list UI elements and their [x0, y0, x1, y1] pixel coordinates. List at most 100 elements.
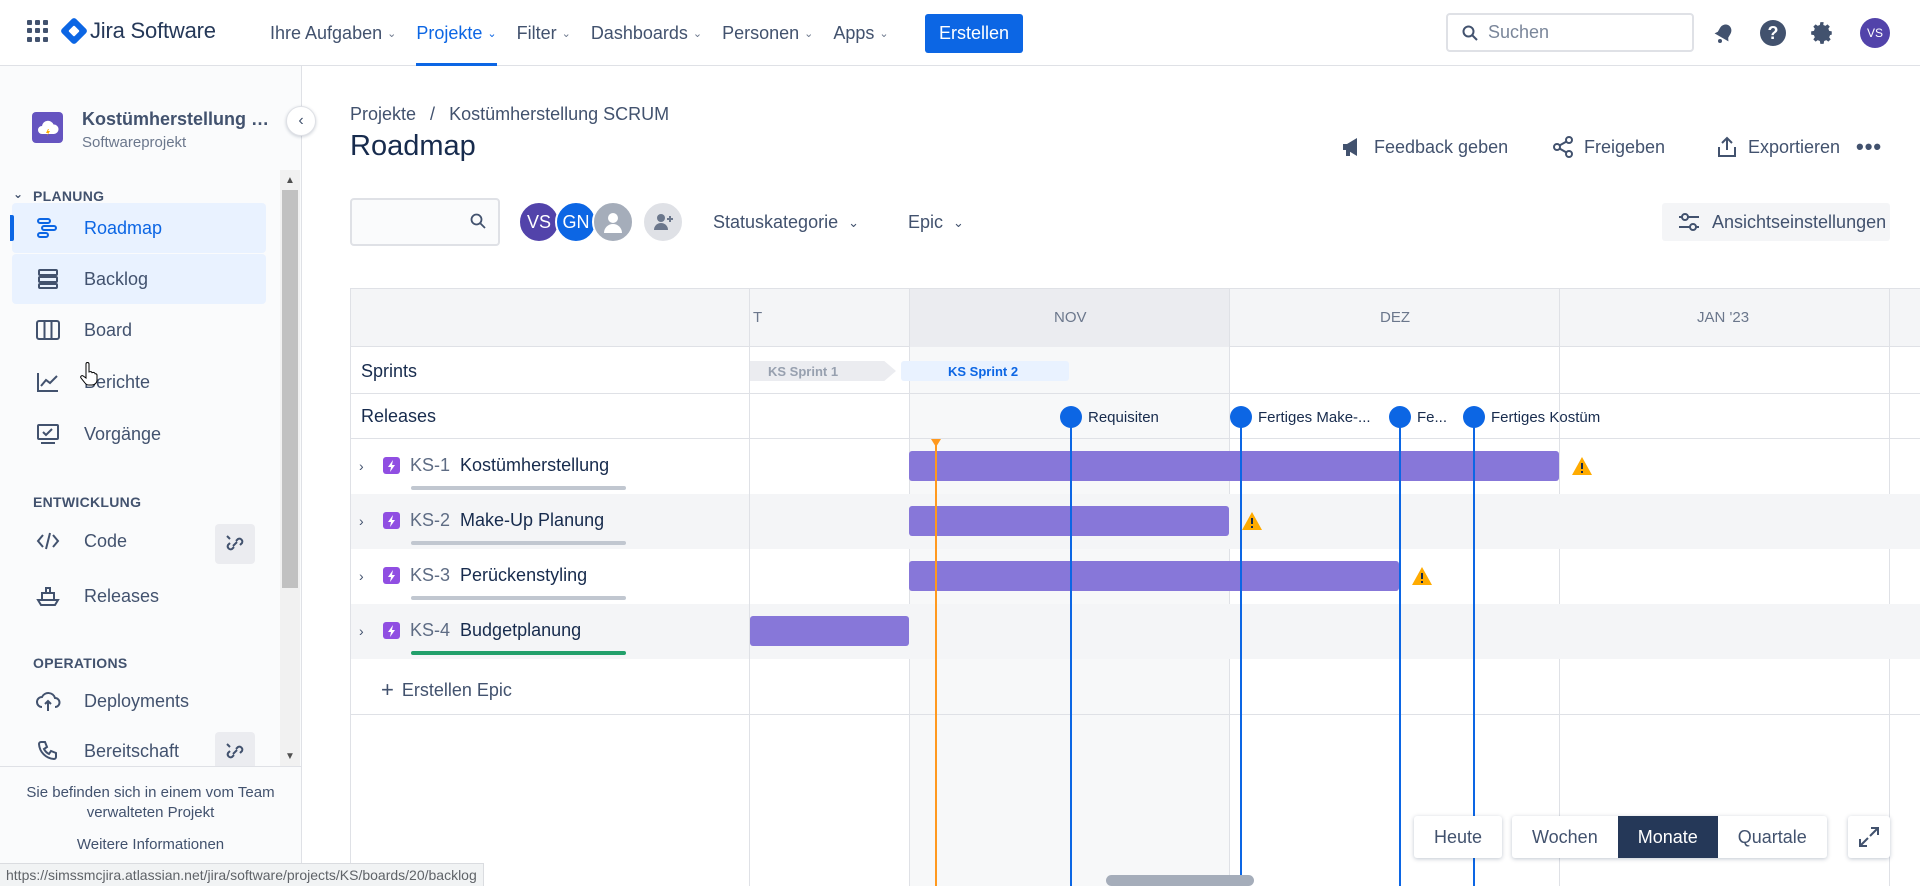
user-avatar[interactable]: VS: [1860, 18, 1890, 48]
project-name[interactable]: Kostümherstellung SC...: [82, 109, 278, 130]
connect-link-icon[interactable]: [215, 524, 255, 564]
view-settings-button[interactable]: Ansichtseinstellungen: [1662, 203, 1890, 241]
nav-label: Dashboards: [590, 22, 688, 43]
timescale-toggle: Wochen Monate Quartale: [1512, 816, 1827, 858]
release-label[interactable]: Requisiten: [1088, 409, 1159, 426]
nav-your-work[interactable]: Ihre Aufgaben ⌄: [260, 0, 406, 66]
warning-icon[interactable]: [1411, 566, 1433, 586]
fullscreen-expand-icon[interactable]: [1848, 816, 1890, 858]
scroll-up-arrow-icon[interactable]: ▲: [280, 170, 300, 190]
section-label: ENTWICKLUNG: [33, 494, 142, 510]
chevron-right-icon[interactable]: ›: [359, 513, 373, 529]
sprint-1-pill[interactable]: KS Sprint 1: [750, 361, 896, 381]
scrollbar-thumb[interactable]: [282, 190, 298, 588]
epic-lightning-icon: [383, 457, 400, 474]
settings-gear-icon[interactable]: [1808, 19, 1836, 47]
status-category-dropdown[interactable]: Statuskategorie ⌄: [713, 212, 859, 233]
release-label[interactable]: Fe...: [1417, 409, 1447, 426]
section-planning[interactable]: ⌄ PLANUNG: [13, 187, 104, 204]
epic-bar-ks-1[interactable]: [909, 451, 1559, 481]
sidebar-item-roadmap[interactable]: Roadmap: [10, 203, 266, 253]
today-marker-line: [935, 439, 937, 886]
release-label[interactable]: Fertiges Make-...: [1258, 409, 1371, 426]
warning-icon[interactable]: [1571, 456, 1593, 476]
release-marker[interactable]: [1060, 406, 1082, 428]
notifications-icon[interactable]: [1710, 19, 1738, 47]
epic-lightning-icon: [383, 622, 400, 639]
collapse-sidebar-button[interactable]: ‹: [286, 106, 316, 136]
avatar-filter-gn[interactable]: GN: [555, 201, 597, 243]
sprint-2-pill[interactable]: KS Sprint 2: [901, 361, 1069, 381]
left-column-divider: [749, 289, 750, 886]
sidebar-item-deployments[interactable]: Deployments: [12, 676, 266, 726]
board-columns-icon: [34, 316, 62, 344]
product-name: Jira Software: [90, 18, 216, 43]
chevron-right-icon[interactable]: ›: [359, 623, 373, 639]
release-marker[interactable]: [1389, 406, 1411, 428]
releases-row-label: Releases: [361, 406, 437, 426]
nav-people[interactable]: Personen ⌄: [712, 0, 823, 66]
nav-filters[interactable]: Filter ⌄: [507, 0, 581, 66]
sidebar-item-label: Bereitschaft: [84, 740, 180, 761]
scroll-down-arrow-icon[interactable]: ▼: [280, 746, 300, 766]
learn-more-link[interactable]: Weitere Informationen: [0, 836, 301, 853]
jira-logo[interactable]: Jira Software: [59, 16, 216, 46]
sidebar-scrollbar[interactable]: ▲ ▼: [280, 170, 300, 766]
sidebar-item-backlog[interactable]: Backlog: [12, 254, 266, 304]
nav-dashboards[interactable]: Dashboards ⌄: [581, 0, 712, 66]
avatar-filter-vs[interactable]: VS: [518, 201, 560, 243]
epic-bar-ks-3[interactable]: [909, 561, 1399, 591]
warning-icon[interactable]: [1241, 511, 1263, 531]
create-button[interactable]: Erstellen: [925, 14, 1024, 53]
chevron-down-icon: ⌄: [487, 27, 497, 40]
sidebar: Kostümherstellung SC... Softwareprojekt …: [0, 66, 316, 886]
section-development: ENTWICKLUNG: [33, 494, 141, 510]
add-people-icon[interactable]: [642, 201, 684, 243]
sidebar-item-reports[interactable]: Berichte: [12, 357, 266, 407]
chevron-right-icon[interactable]: ›: [359, 458, 373, 474]
search-input[interactable]: Suchen: [1446, 13, 1694, 52]
app-switcher-icon[interactable]: [27, 20, 49, 42]
horizontal-scrollbar-thumb[interactable]: [1106, 875, 1254, 886]
more-actions-icon[interactable]: •••: [1856, 134, 1882, 160]
feedback-button[interactable]: Feedback geben: [1340, 136, 1508, 158]
help-icon[interactable]: ?: [1759, 19, 1787, 47]
epic-key: KS-1: [410, 455, 451, 475]
export-label: Exportieren: [1748, 136, 1841, 157]
epic-bar-ks-2[interactable]: [909, 506, 1229, 536]
search-icon: [1462, 25, 1478, 41]
quarters-button[interactable]: Quartale: [1718, 816, 1827, 858]
megaphone-icon: [1343, 138, 1357, 156]
nav-projects[interactable]: Projekte ⌄: [406, 0, 506, 66]
roadmap-search-input[interactable]: [350, 198, 500, 246]
epic-row[interactable]: › KS-4 Budgetplanung: [351, 604, 1920, 659]
sidebar-item-board[interactable]: Board: [12, 305, 266, 355]
export-button[interactable]: Exportieren: [1716, 136, 1840, 158]
release-marker[interactable]: [1230, 406, 1252, 428]
nav-apps[interactable]: Apps ⌄: [823, 0, 898, 66]
weeks-button[interactable]: Wochen: [1512, 816, 1618, 858]
breadcrumb-project[interactable]: Kostümherstellung SCRUM: [449, 104, 669, 125]
sidebar-item-issues[interactable]: Vorgänge: [12, 409, 266, 459]
breadcrumb-separator: /: [430, 104, 436, 124]
connect-link-icon[interactable]: [215, 732, 255, 766]
chevron-right-icon[interactable]: ›: [359, 568, 373, 584]
today-button[interactable]: Heute: [1414, 816, 1502, 858]
release-label[interactable]: Fertiges Kostüm: [1491, 409, 1600, 426]
release-marker[interactable]: [1463, 406, 1485, 428]
epic-lightning-icon: [383, 567, 400, 584]
epic-dropdown[interactable]: Epic ⌄: [908, 212, 964, 233]
share-button[interactable]: Freigeben: [1552, 136, 1665, 158]
epic-bar-ks-4[interactable]: [750, 616, 909, 646]
nav-label: Personen: [722, 22, 800, 43]
search-icon: [470, 213, 486, 229]
sidebar-item-releases[interactable]: Releases: [12, 571, 266, 621]
dropdown-label: Statuskategorie: [713, 212, 839, 232]
create-epic-button[interactable]: + Erstellen Epic: [381, 677, 512, 703]
breadcrumb-projects[interactable]: Projekte: [350, 104, 416, 125]
chevron-down-icon: ⌄: [879, 27, 889, 40]
months-button[interactable]: Monate: [1617, 816, 1718, 858]
avatar-filter-unassigned[interactable]: [592, 201, 634, 243]
issues-icon: [34, 420, 62, 448]
chevron-down-icon: ⌄: [848, 214, 859, 230]
